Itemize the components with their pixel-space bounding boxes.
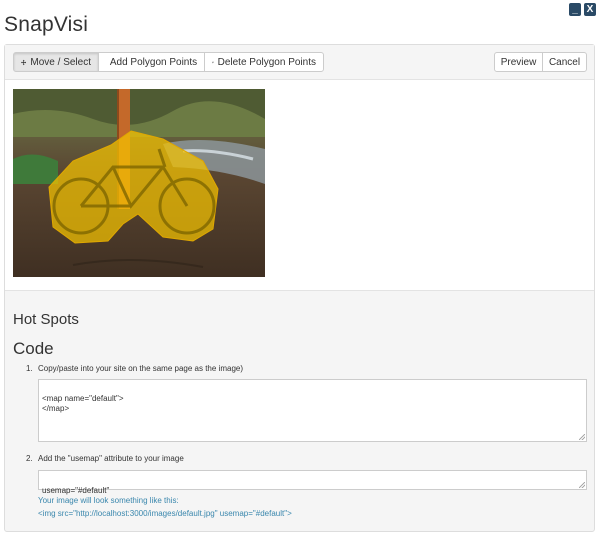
image-canvas[interactable]: [5, 80, 594, 291]
code-heading: Code: [13, 339, 54, 358]
step-2-label: Add the "usemap" attribute to your image: [38, 454, 184, 463]
hint-line-2: <img src="http://localhost:3000/images/d…: [38, 509, 292, 518]
close-button[interactable]: X: [584, 3, 596, 16]
add-polygon-points-label: Add Polygon Points: [109, 56, 198, 68]
usemap-textarea[interactable]: usemap="#default": [38, 470, 587, 495]
hot-spots-heading: Hot Spots: [13, 311, 79, 328]
delete-polygon-points-button[interactable]: Delete Polygon Points: [204, 52, 324, 72]
resize-handle[interactable]: [579, 482, 585, 488]
minimize-button[interactable]: _: [569, 3, 581, 16]
add-polygon-points-button[interactable]: Add Polygon Points: [98, 52, 205, 72]
step-1-label: Copy/paste into your site on the same pa…: [38, 364, 244, 373]
map-code-text: <map name="default"> </map>: [42, 394, 124, 413]
bike-photo-image: [13, 89, 265, 277]
app-title: SnapVisi: [4, 13, 89, 36]
editor-panel: Move / Select Add Polygon Points Delete …: [4, 44, 595, 532]
resize-handle[interactable]: [579, 434, 585, 440]
step-1-number: 1.: [26, 364, 33, 373]
move-select-button[interactable]: Move / Select: [13, 52, 99, 72]
toolbar: Move / Select Add Polygon Points Delete …: [5, 45, 594, 80]
move-icon: [21, 59, 27, 65]
step-2-number: 2.: [26, 454, 33, 463]
preview-button[interactable]: Preview: [494, 52, 543, 72]
move-select-label: Move / Select: [30, 56, 91, 68]
usemap-text: usemap="#default": [42, 486, 110, 495]
eraser-icon: [212, 61, 214, 63]
hint-line-1: Your image will look something like this…: [38, 496, 179, 505]
bike-photo[interactable]: [13, 89, 265, 277]
map-code-textarea[interactable]: <map name="default"> </map>: [38, 379, 587, 442]
cancel-button[interactable]: Cancel: [542, 52, 587, 72]
delete-polygon-points-label: Delete Polygon Points: [217, 56, 316, 68]
